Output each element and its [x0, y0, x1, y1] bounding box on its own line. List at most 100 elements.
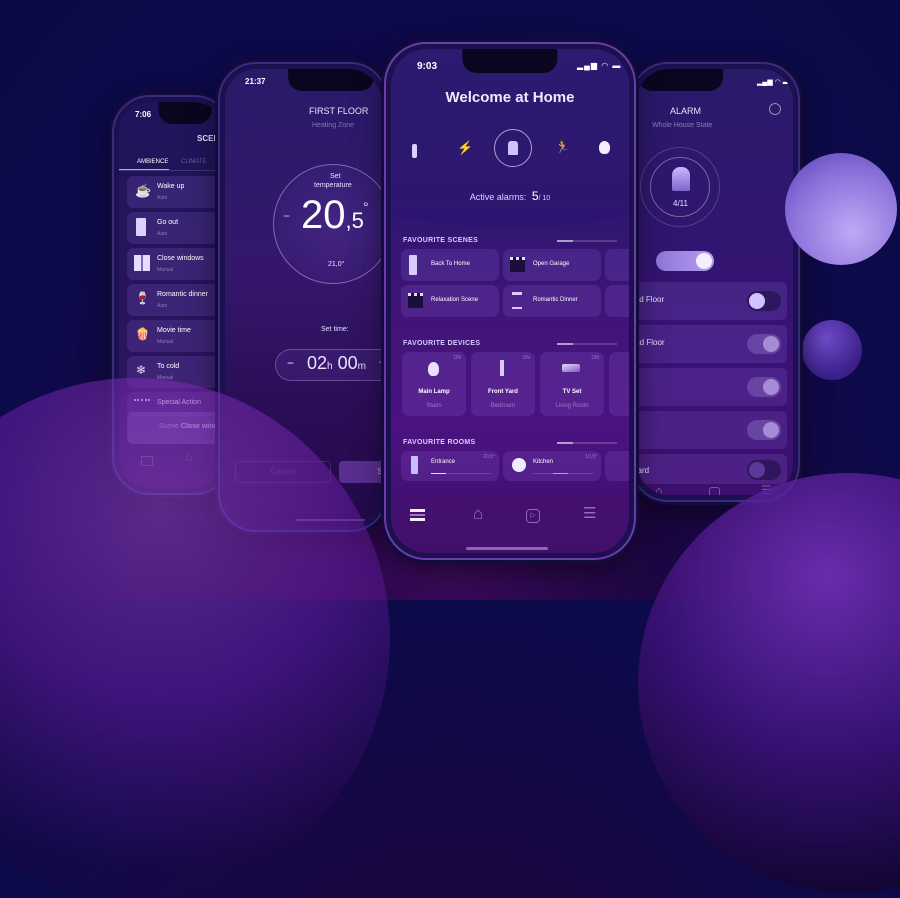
alarm-subtitle: Whole House State [652, 122, 713, 129]
tab-climate[interactable]: CLIMATE [181, 159, 207, 165]
nav-home-icon[interactable]: ⌂ [655, 483, 663, 495]
background-orb-large-right [785, 153, 897, 265]
zone-row: Second Floor [637, 325, 787, 363]
alarm-siren-icon [508, 141, 518, 155]
wine-glasses-icon: 🍷 [135, 291, 150, 305]
window-icon [134, 255, 150, 271]
room-card[interactable]: Entrance 20,5° [401, 451, 499, 481]
door-icon [411, 456, 418, 474]
room-card-partial[interactable] [605, 451, 629, 481]
set-temperature-value: 20,5 [301, 193, 364, 237]
tv-icon [562, 364, 580, 372]
toast-notification: Scene Close windows [127, 412, 225, 444]
cancel-button[interactable]: Cancel [235, 461, 331, 483]
zone-row: Ground Floor [637, 282, 787, 320]
scene-item[interactable]: ❄ To cold Manual [127, 356, 225, 388]
category-sensor[interactable] [412, 144, 417, 158]
tab-ambience[interactable]: AMBIENCE [137, 159, 168, 165]
time-increase-button[interactable]: + [379, 355, 381, 369]
alarm-count: 4/11 [673, 199, 688, 208]
nav-home-icon[interactable]: ⌂ [185, 450, 192, 464]
save-button[interactable]: Save [339, 461, 381, 483]
room-progress [533, 473, 593, 474]
zone-toggle[interactable] [747, 420, 781, 440]
scene-item[interactable]: Close windows Manual [127, 248, 225, 280]
zone-title: FIRST FLOOR [309, 106, 369, 116]
scenes-scroll-indicator [557, 240, 617, 242]
zone-toggle[interactable] [747, 291, 781, 311]
rooms-scroll-indicator [557, 442, 617, 444]
alarm-siren-icon [672, 167, 690, 191]
section-title-devices: FAVOURITE DEVICES [403, 340, 481, 347]
status-time: 7:06 [135, 110, 152, 119]
bulb-icon [428, 362, 439, 376]
scene-card[interactable]: Romantic Dinner [503, 285, 601, 317]
set-time-label: Set time: [321, 326, 349, 333]
category-motion[interactable]: 🏃 [555, 140, 570, 154]
active-alarms: Active alarms: 5/ 10 [469, 189, 551, 203]
device-card[interactable]: ON TV Set Living Room [540, 352, 604, 416]
time-decrease-button[interactable]: − [287, 356, 294, 370]
signal-icons: ▂▄▆ ◠ ▬ [757, 79, 790, 86]
phone-alarm: ▂▄▆ ◠ ▬ ALARM Whole House State 4/11 Gro… [630, 62, 800, 502]
clapperboard-icon [510, 257, 525, 272]
category-alarm-active[interactable] [494, 129, 532, 167]
coffee-cup-icon: ☕ [135, 183, 152, 198]
nav-dashboard-icon[interactable] [141, 456, 153, 466]
tab-divider [119, 170, 225, 171]
history-clock-icon[interactable] [769, 103, 781, 115]
scene-item[interactable]: 🍷 Romantic dinner Auto [127, 284, 225, 316]
zone-row: Attic [637, 368, 787, 406]
category-lightning[interactable]: ⚡ [457, 140, 473, 156]
phone-home: 9:03 ▂▄▆ ◠ ▬ Welcome at Home ⚡ 🏃 Active … [384, 42, 636, 560]
page-title: Welcome at Home [445, 89, 575, 106]
room-card[interactable]: Kitchen 10,5° [503, 451, 601, 481]
scene-item[interactable]: 🍿 Movie time Manual [127, 320, 225, 352]
clapperboard-icon [134, 399, 150, 407]
home-indicator [295, 519, 365, 521]
page-title: ALARM [670, 106, 702, 116]
nav-menu-icon[interactable]: ☰ [583, 504, 596, 522]
nav-home-icon[interactable]: ⌂ [473, 504, 483, 524]
phone-thermostat: 21:37 FIRST FLOOR Heating Zone Set tempe… [218, 62, 388, 532]
scene-item[interactable]: ☕ Wake up Auto [127, 176, 225, 208]
temp-decrease-button[interactable]: − [283, 209, 290, 223]
scene-card[interactable]: Open Garage [503, 249, 601, 281]
zone-row: Front Yard [637, 454, 787, 484]
section-title-scenes: FAVOURITE SCENES [403, 237, 479, 244]
zone-toggle[interactable] [747, 334, 781, 354]
header-divider [391, 209, 629, 227]
nav-play-icon[interactable] [709, 487, 720, 495]
scene-item[interactable]: Go out Auto [127, 212, 225, 244]
nav-menu-icon[interactable]: ☰ [761, 483, 772, 495]
phone-scenes: 7:06 SCENES AMBIENCE CLIMATE ☕ Wake up A… [112, 95, 232, 495]
background-orb-small-right [802, 320, 862, 380]
device-card[interactable]: ON Main Lamp Stairs [402, 352, 466, 416]
nav-play-icon[interactable]: ▷ [526, 509, 540, 523]
door-icon [409, 255, 417, 275]
device-card[interactable]: ON Front Yard Bedroom [471, 352, 535, 416]
foreground-orb-right [638, 473, 900, 893]
category-bulb[interactable] [599, 141, 610, 154]
scene-card-partial[interactable] [605, 285, 629, 317]
zone-subtitle: Heating Zone [312, 122, 355, 129]
wine-glasses-icon [512, 292, 522, 309]
current-temperature: 21,0° [328, 261, 345, 268]
section-title-rooms: FAVOURITE ROOMS [403, 439, 476, 446]
status-time: 21:37 [245, 77, 266, 86]
scene-card-partial[interactable] [605, 249, 629, 281]
zone-toggle[interactable] [747, 460, 781, 480]
zone-row: Garage [637, 411, 787, 449]
snowflake-icon: ❄ [136, 363, 147, 377]
master-alarm-toggle[interactable] [656, 251, 714, 271]
home-indicator [466, 547, 548, 550]
garden-lamp-icon [500, 360, 504, 376]
nav-dashboard-icon[interactable] [410, 509, 425, 521]
scene-card[interactable]: Back To Home [401, 249, 499, 281]
status-time: 9:03 [417, 61, 438, 72]
device-card-partial[interactable] [609, 352, 629, 416]
plate-icon [512, 458, 526, 472]
scene-card[interactable]: Relaxation Scene [401, 285, 499, 317]
devices-scroll-indicator [557, 343, 617, 345]
zone-toggle[interactable] [747, 377, 781, 397]
